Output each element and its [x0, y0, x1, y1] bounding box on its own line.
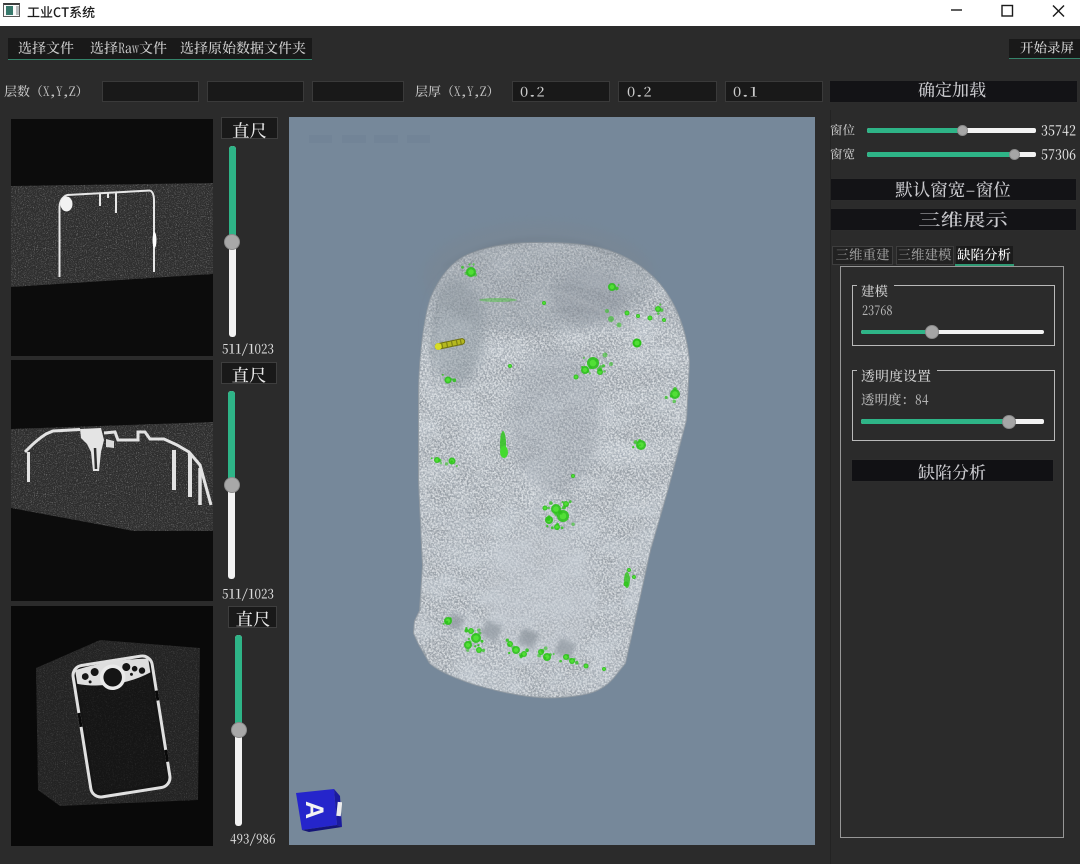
svg-text:A: A [300, 801, 328, 819]
